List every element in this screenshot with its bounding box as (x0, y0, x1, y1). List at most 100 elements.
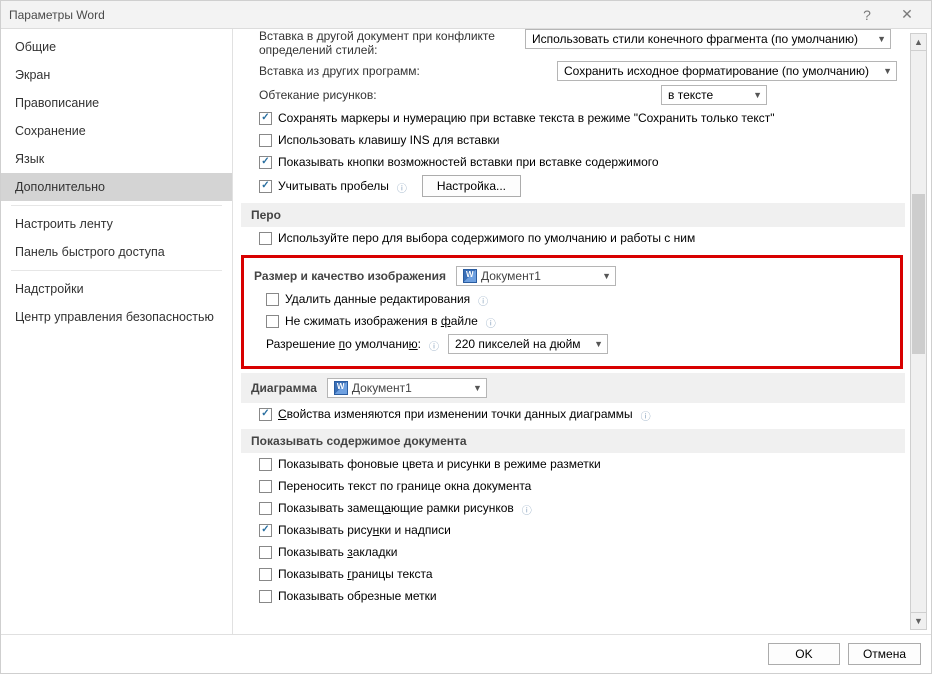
highlighted-section: Размер и качество изображения Документ1 … (241, 255, 903, 369)
checkbox-paste-buttons[interactable] (259, 156, 272, 169)
dropdown-insert-conflict[interactable]: Использовать стили конечного фрагмента (… (525, 29, 891, 49)
info-icon: ⓘ (522, 502, 535, 515)
sidebar-item-display[interactable]: Экран (1, 61, 232, 89)
label-show-bg: Показывать фоновые цвета и рисунки в реж… (278, 457, 601, 471)
label-ins-key: Использовать клавишу INS для вставки (278, 133, 499, 147)
row-chk-chart-props: Свойства изменяются при изменении точки … (241, 403, 905, 425)
row-wrap: Обтекание рисунков: в тексте ▼ (241, 83, 905, 107)
dropdown-insert-other[interactable]: Сохранить исходное форматирование (по ум… (557, 61, 897, 81)
close-button[interactable]: ✕ (887, 6, 927, 23)
scroll-thumb[interactable] (912, 194, 925, 354)
checkbox-use-pen[interactable] (259, 232, 272, 245)
dropdown-value: Документ1 (352, 381, 467, 395)
label-keep-bullets: Сохранять маркеры и нумерацию при вставк… (278, 111, 775, 125)
dropdown-image-doc[interactable]: Документ1 ▼ (456, 266, 616, 286)
checkbox-spaces[interactable] (259, 180, 272, 193)
label-text-borders: Показывать границы текста (278, 567, 433, 581)
info-icon: ⓘ (478, 293, 491, 306)
window-title: Параметры Word (9, 8, 847, 22)
info-icon: ⓘ (397, 180, 410, 193)
label-insert-other: Вставка из других программ: (259, 64, 519, 78)
options-dialog: Параметры Word ? ✕ Общие Экран Правописа… (0, 0, 932, 674)
row-chk-bookmarks: Показывать закладки (241, 541, 905, 563)
scroll-up-arrow[interactable]: ▲ (911, 34, 926, 51)
label-delete-edit-data: Удалить данные редактирования (285, 292, 470, 306)
chevron-down-icon: ▼ (877, 34, 886, 44)
row-chk-no-compress: Не сжимать изображения в файле ⓘ (248, 310, 896, 332)
checkbox-delete-edit-data[interactable] (266, 293, 279, 306)
label-chart-props: Свойства изменяются при изменении точки … (278, 407, 633, 421)
row-chk-paste-buttons: Показывать кнопки возможностей вставки п… (241, 151, 905, 173)
content-pane: Вставка в другой документ при конфликте … (233, 29, 931, 634)
row-chk-placeholder: Показывать замещающие рамки рисунков ⓘ (241, 497, 905, 519)
scroll-down-arrow[interactable]: ▼ (911, 612, 926, 629)
sidebar-item-general[interactable]: Общие (1, 33, 232, 61)
info-icon: ⓘ (486, 315, 499, 328)
row-chk-ins: Использовать клавишу INS для вставки (241, 129, 905, 151)
section-show-content: Показывать содержимое документа (241, 429, 905, 453)
sidebar-item-language[interactable]: Язык (1, 145, 232, 173)
label-no-compress: Не сжимать изображения в файле (285, 314, 478, 328)
ok-button[interactable]: OK (768, 643, 840, 665)
dropdown-resolution[interactable]: 220 пикселей на дюйм ▼ (448, 334, 608, 354)
checkbox-text-borders[interactable] (259, 568, 272, 581)
cancel-button[interactable]: Отмена (848, 643, 921, 665)
sidebar-item-save[interactable]: Сохранение (1, 117, 232, 145)
dropdown-chart-doc[interactable]: Документ1 ▼ (327, 378, 487, 398)
settings-button[interactable]: Настройка... (422, 175, 521, 197)
sidebar-item-proofing[interactable]: Правописание (1, 89, 232, 117)
section-chart: Диаграмма Документ1 ▼ (241, 373, 905, 403)
dialog-body: Общие Экран Правописание Сохранение Язык… (1, 29, 931, 634)
row-chk-text-borders: Показывать границы текста (241, 563, 905, 585)
row-chk-spaces: Учитывать пробелы ⓘ Настройка... (241, 173, 905, 199)
sidebar-item-advanced[interactable]: Дополнительно (1, 173, 232, 201)
dropdown-wrap[interactable]: в тексте ▼ (661, 85, 767, 105)
sidebar-item-quick-access[interactable]: Панель быстрого доступа (1, 238, 232, 266)
row-insert-conflict: Вставка в другой документ при конфликте … (241, 29, 905, 59)
checkbox-crop-marks[interactable] (259, 590, 272, 603)
row-default-resolution: Разрешение по умолчанию: ⓘ 220 пикселей … (248, 332, 896, 356)
label-paste-buttons: Показывать кнопки возможностей вставки п… (278, 155, 659, 169)
info-icon: ⓘ (429, 338, 442, 351)
sidebar-item-trust-center[interactable]: Центр управления безопасностью (1, 303, 232, 331)
checkbox-chart-props[interactable] (259, 408, 272, 421)
sidebar-item-customize-ribbon[interactable]: Настроить ленту (1, 210, 232, 238)
chevron-down-icon: ▼ (753, 90, 762, 100)
label-wrap-window: Переносить текст по границе окна докумен… (278, 479, 531, 493)
checkbox-show-bg[interactable] (259, 458, 272, 471)
checkbox-placeholder-frames[interactable] (259, 502, 272, 515)
section-pen: Перо (241, 203, 905, 227)
label-placeholder-frames: Показывать замещающие рамки рисунков (278, 501, 514, 515)
checkbox-ins-key[interactable] (259, 134, 272, 147)
chevron-down-icon: ▼ (602, 271, 611, 281)
sidebar-separator (11, 270, 222, 271)
checkbox-show-pictures[interactable] (259, 524, 272, 537)
info-icon: ⓘ (641, 408, 654, 421)
chevron-down-icon: ▼ (594, 339, 603, 349)
row-chk-bg: Показывать фоновые цвета и рисунки в реж… (241, 453, 905, 475)
section-image-quality: Размер и качество изображения Документ1 … (248, 264, 896, 288)
word-doc-icon (334, 381, 348, 395)
sidebar: Общие Экран Правописание Сохранение Язык… (1, 29, 233, 634)
titlebar: Параметры Word ? ✕ (1, 1, 931, 29)
chevron-down-icon: ▼ (883, 66, 892, 76)
row-chk-wrap-window: Переносить текст по границе окна докумен… (241, 475, 905, 497)
checkbox-wrap-window[interactable] (259, 480, 272, 493)
label-default-resolution: Разрешение по умолчанию: (266, 337, 421, 351)
vertical-scrollbar[interactable]: ▲ ▼ (910, 33, 927, 630)
row-chk-pen: Используйте перо для выбора содержимого … (241, 227, 905, 249)
sidebar-item-addins[interactable]: Надстройки (1, 275, 232, 303)
row-insert-other: Вставка из других программ: Сохранить ис… (241, 59, 905, 83)
section-image-quality-label: Размер и качество изображения (254, 269, 446, 283)
row-chk-delete-edit: Удалить данные редактирования ⓘ (248, 288, 896, 310)
row-chk-crop-marks: Показывать обрезные метки (241, 585, 905, 607)
label-insert-conflict: Вставка в другой документ при конфликте … (259, 29, 519, 57)
dropdown-value: в тексте (668, 88, 747, 102)
dropdown-value: Сохранить исходное форматирование (по ум… (564, 64, 877, 78)
checkbox-keep-bullets[interactable] (259, 112, 272, 125)
sidebar-separator (11, 205, 222, 206)
help-button[interactable]: ? (847, 7, 887, 23)
checkbox-show-bookmarks[interactable] (259, 546, 272, 559)
checkbox-no-compress[interactable] (266, 315, 279, 328)
label-show-pictures: Показывать рисунки и надписи (278, 523, 451, 537)
